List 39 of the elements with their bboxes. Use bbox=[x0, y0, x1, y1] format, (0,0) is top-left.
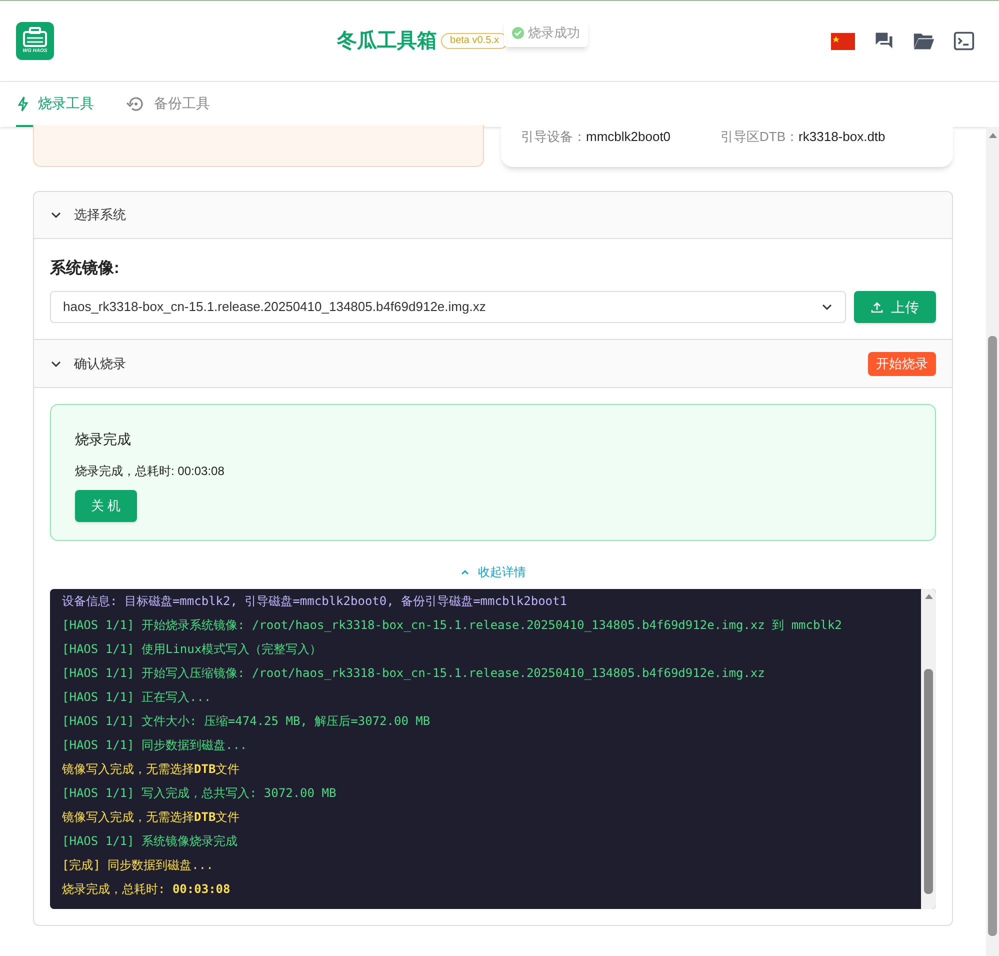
start-button[interactable]: 开始烧录 bbox=[868, 352, 936, 376]
upload-button[interactable]: 上传 bbox=[854, 291, 936, 323]
log-line: [HAOS 1/1] 同步数据到磁盘... bbox=[62, 737, 248, 754]
folder-icon[interactable] bbox=[913, 31, 935, 51]
page-scrollbar[interactable] bbox=[986, 127, 999, 956]
lightning-icon bbox=[16, 96, 30, 112]
flag-icon[interactable] bbox=[831, 32, 855, 50]
log-line: [HAOS 1/1] 文件大小: 压缩=474.25 MB, 解压后=3072.00 MB bbox=[62, 713, 432, 730]
log-scrollbar[interactable] bbox=[921, 589, 936, 909]
alert-title: 烧录完成 bbox=[75, 430, 131, 449]
log-line: 镜像写入完成，无需选择DTB文件 bbox=[62, 809, 241, 826]
app-title: 冬瓜工具箱 bbox=[337, 29, 438, 54]
log-line: [HAOS 1/1] 使用Linux模式写入（完整写入） bbox=[62, 641, 323, 658]
log-line: 设备信息: 目标磁盘=mmcblk2, 引导磁盘=mmcblk2boot0, 备份引导磁盘=mmcblk2boot1 bbox=[62, 593, 568, 610]
scroll-up-arrow-icon[interactable] bbox=[924, 593, 932, 599]
log-line: [HAOS 1/1] 开始烧录系统镜像: /root/haos_rk3318-box_cn-15.1.release.20250410_134805.b4f69d912e.img.xz 到 mmcblk2 bbox=[62, 617, 843, 634]
shutdown-button[interactable]: 关 机 bbox=[75, 490, 137, 522]
upload-icon bbox=[871, 301, 883, 313]
log-line: [HAOS 1/1] 开始写入压缩镜像: /root/haos_rk3318-box_cn-15.1.release.20250410_134805.b4f69d912e.img.xz bbox=[62, 665, 766, 682]
log-line: 镜像写入完成，无需选择DTB文件 bbox=[62, 761, 241, 778]
device-info: 引导设备：mmcblk2boot0 bbox=[521, 128, 671, 146]
image-select[interactable]: haos_rk3318-box_cn-15.1.release.20250410_134805.b4f69d912e.img.xz bbox=[50, 291, 846, 323]
device-info: 引导区DTB：rk3318-box.dtb bbox=[720, 128, 886, 146]
log-line: [完成] 同步数据到磁盘... bbox=[62, 857, 214, 874]
log-line: 烧录完成，总耗时: 00:03:08 bbox=[62, 881, 232, 898]
scroll-up-arrow-icon[interactable] bbox=[988, 132, 996, 138]
log-line: [HAOS 1/1] 正在写入... bbox=[62, 689, 212, 706]
success-toast: 烧录成功 bbox=[504, 19, 588, 47]
section-header[interactable]: 确认烧录 开始烧录 bbox=[34, 340, 952, 388]
collapse-details-link[interactable]: 收起详情 bbox=[460, 563, 526, 581]
field-label: 系统镜像: bbox=[50, 258, 120, 279]
alert-message: 烧录完成，总耗时: 00:03:08 bbox=[75, 463, 224, 480]
section-header[interactable]: 选择系统 bbox=[34, 192, 952, 239]
terminal-icon[interactable] bbox=[953, 30, 975, 52]
tab[interactable]: 备份工具 bbox=[126, 82, 210, 127]
toolbox-logo bbox=[16, 22, 54, 60]
log-line: [HAOS 1/1] 系统镜像烧录完成 bbox=[62, 833, 238, 850]
check-icon bbox=[512, 27, 524, 39]
log-line: [HAOS 1/1] 写入完成，总共写入: 3072.00 MB bbox=[62, 785, 338, 802]
